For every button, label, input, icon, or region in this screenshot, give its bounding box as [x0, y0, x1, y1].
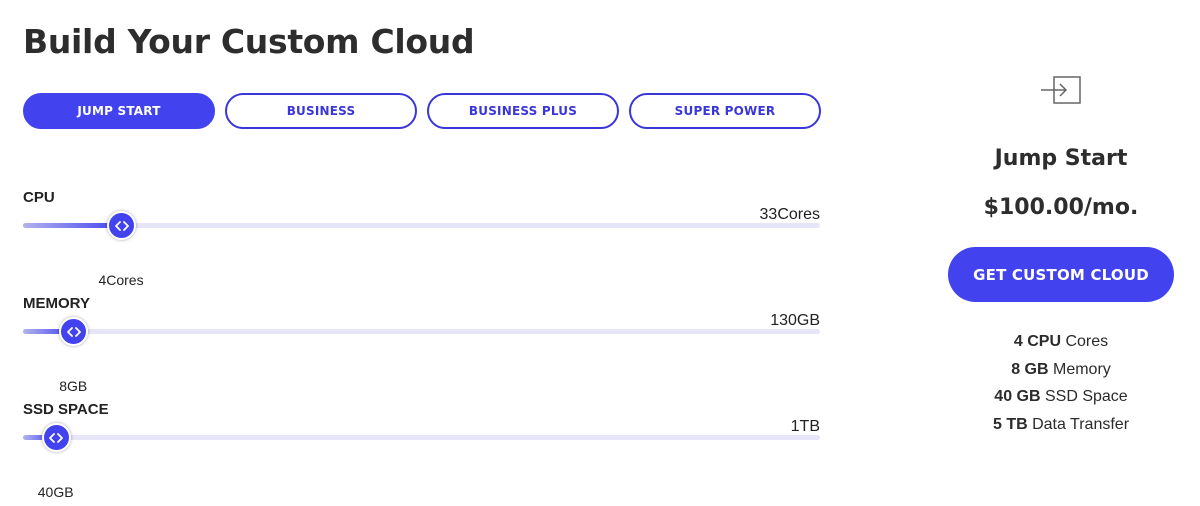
page-title: Build Your Custom Cloud — [23, 22, 475, 61]
cpu-value: 4Cores — [98, 272, 144, 288]
memory-max-label: 130GB — [770, 312, 820, 329]
ssd-slider-thumb[interactable] — [41, 423, 71, 452]
plan-summary: Jump Start $100.00/mo. GET CUSTOM CLOUD … — [940, 70, 1182, 438]
cpu-label: CPU — [23, 189, 55, 206]
spec-item: 5 TB Data Transfer — [992, 415, 1130, 433]
spec-item: 40 GB SSD Space — [994, 388, 1128, 405]
cpu-slider-track[interactable]: 4Cores — [23, 211, 820, 288]
plan-name: Jump Start — [994, 146, 1128, 171]
get-custom-cloud-button[interactable]: GET CUSTOM CLOUD — [948, 247, 1174, 302]
sign-in-arrow-icon — [1041, 76, 1081, 104]
spec-item: 8 GB Memory — [1011, 360, 1111, 378]
spec-list: 4 CPU Cores 8 GB Memory 40 GB SSD Space … — [940, 328, 1182, 438]
plan-price: $100.00/mo. — [983, 195, 1139, 220]
ssd-max-label: 1TB — [790, 418, 820, 435]
spec-item: 4 CPU Cores — [1013, 333, 1109, 350]
tab-business-plus[interactable]: BUSINESS PLUS — [427, 93, 619, 129]
code-arrows-icon — [49, 432, 64, 443]
plan-tabs: JUMP START BUSINESS BUSINESS PLUS SUPER … — [23, 93, 821, 129]
tab-business[interactable]: BUSINESS — [225, 93, 417, 129]
ssd-value: 40GB — [37, 484, 74, 500]
tab-jump-start[interactable]: JUMP START — [23, 93, 215, 129]
memory-slider-group: MEMORY 130GB 8GB — [23, 295, 820, 394]
memory-label: MEMORY — [23, 295, 90, 312]
cpu-max-label: 33Cores — [759, 206, 820, 223]
ssd-label: SSD SPACE — [23, 401, 109, 418]
ssd-slider-group: SSD SPACE 1TB 40GB — [23, 401, 820, 500]
tab-super-power[interactable]: SUPER POWER — [629, 93, 821, 129]
memory-value: 8GB — [59, 378, 88, 394]
code-arrows-icon — [66, 326, 81, 337]
memory-slider-track[interactable]: 8GB — [23, 317, 820, 394]
cpu-slider-thumb[interactable] — [107, 211, 137, 240]
memory-slider-thumb[interactable] — [59, 317, 89, 346]
code-arrows-icon — [114, 220, 129, 231]
cpu-slider-group: CPU 33Cores 4Cores — [23, 189, 820, 288]
ssd-slider-track[interactable]: 40GB — [23, 423, 820, 500]
